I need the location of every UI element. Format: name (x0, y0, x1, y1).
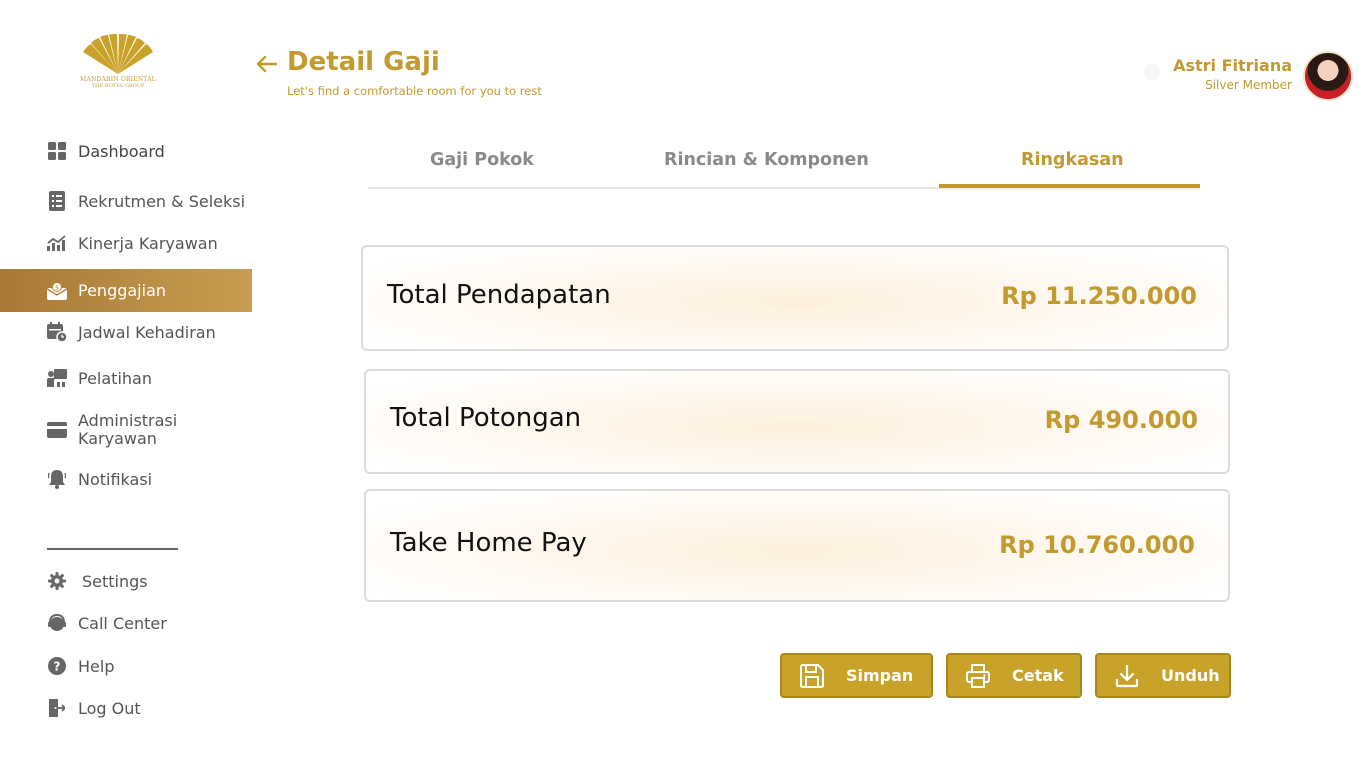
download-button[interactable]: Unduh (1095, 653, 1231, 698)
sidebar-item-logout[interactable]: Log Out (0, 696, 252, 720)
chart-up-icon (47, 233, 67, 253)
sidebar-divider (47, 548, 178, 550)
print-button-label: Cetak (1012, 666, 1064, 685)
sidebar-item-pelatihan[interactable]: Pelatihan (0, 366, 252, 390)
brand-name: MANDARIN ORIENTAL (80, 76, 156, 83)
sidebar-item-kinerja[interactable]: Kinerja Karyawan (0, 231, 252, 255)
clipboard-list-icon (47, 191, 67, 211)
card-value: Rp 11.250.000 (1001, 282, 1197, 310)
sidebar-item-label: Settings (82, 571, 148, 591)
sidebar-item-label: Call Center (78, 613, 167, 633)
active-tab-indicator (939, 184, 1200, 188)
card-label: Total Potongan (390, 403, 582, 433)
sidebar-item-notifikasi[interactable]: Notifikasi (0, 467, 252, 491)
bell-icon (47, 469, 67, 489)
help-icon: ? (47, 656, 67, 676)
download-icon (1113, 662, 1141, 690)
sidebar-item-call-center[interactable]: Call Center (0, 611, 252, 635)
logout-icon (47, 698, 67, 718)
svg-text:$: $ (55, 284, 59, 291)
sidebar-item-rekrutmen[interactable]: Rekrutmen & Seleksi (0, 189, 252, 213)
sidebar-item-penggajian[interactable]: $ Penggajian (0, 269, 252, 312)
sidebar-item-label: Notifikasi (78, 469, 153, 489)
svg-text:?: ? (54, 660, 61, 674)
sidebar-item-label: Rekrutmen & Seleksi (78, 191, 246, 211)
card-icon (47, 420, 67, 440)
training-board-icon (47, 368, 67, 388)
download-button-label: Unduh (1161, 666, 1220, 685)
card-label: Take Home Pay (390, 528, 587, 558)
user-tier: Silver Member (1205, 78, 1292, 92)
back-arrow-icon[interactable] (254, 52, 280, 78)
sidebar-item-help[interactable]: ? Help (0, 654, 252, 678)
fan-logo-icon (83, 34, 153, 74)
summary-card-take-home-pay: Take Home Pay Rp 10.760.000 (364, 489, 1230, 602)
sidebar-item-label: Administrasi Karyawan (78, 411, 178, 448)
sidebar-item-label: Log Out (78, 698, 141, 718)
page-subtitle: Let's find a comfortable room for you to… (287, 84, 542, 98)
dashboard-grid-icon (47, 141, 67, 161)
sidebar-item-label: Penggajian (78, 281, 167, 300)
tab-bar: Gaji Pokok Rincian & Komponen Ringkasan (368, 140, 1200, 189)
brand-tagline: THE HOTEL GROUP (91, 83, 145, 89)
save-button-label: Simpan (846, 666, 914, 685)
sidebar-item-dashboard[interactable]: Dashboard (0, 139, 252, 163)
sidebar-item-label: Help (78, 656, 115, 676)
headset-icon (47, 613, 67, 633)
save-button[interactable]: Simpan (780, 653, 933, 698)
user-name[interactable]: Astri Fitriana (1173, 56, 1292, 75)
sidebar-item-administrasi[interactable]: Administrasi Karyawan (0, 411, 252, 449)
printer-icon (964, 662, 992, 690)
save-icon (798, 662, 826, 690)
page-title: Detail Gaji (287, 47, 440, 77)
tab-gaji-pokok[interactable]: Gaji Pokok (430, 150, 534, 170)
sidebar-item-settings[interactable]: Settings (0, 569, 252, 593)
payroll-envelope-icon: $ (47, 281, 67, 301)
print-button[interactable]: Cetak (946, 653, 1082, 698)
sidebar-item-jadwal[interactable]: Jadwal Kehadiran (0, 320, 252, 344)
summary-card-total-potongan: Total Potongan Rp 490.000 (364, 369, 1230, 474)
gear-icon (47, 571, 67, 591)
tab-ringkasan[interactable]: Ringkasan (1021, 150, 1124, 170)
card-label: Total Pendapatan (387, 280, 611, 310)
tab-rincian-komponen[interactable]: Rincian & Komponen (664, 150, 869, 170)
avatar[interactable] (1303, 51, 1353, 101)
sidebar-item-label: Pelatihan (78, 368, 152, 388)
card-value: Rp 490.000 (1044, 406, 1198, 434)
brand-logo[interactable]: MANDARIN ORIENTAL THE HOTEL GROUP (78, 34, 158, 98)
sidebar-item-label: Kinerja Karyawan (78, 233, 218, 253)
card-value: Rp 10.760.000 (999, 531, 1195, 559)
status-dot (1144, 64, 1160, 80)
calendar-clock-icon (47, 322, 67, 342)
sidebar: MANDARIN ORIENTAL THE HOTEL GROUP Dashbo… (0, 0, 252, 768)
summary-card-total-pendapatan: Total Pendapatan Rp 11.250.000 (361, 245, 1229, 351)
sidebar-item-label: Jadwal Kehadiran (78, 322, 216, 342)
sidebar-item-label: Dashboard (78, 141, 165, 161)
